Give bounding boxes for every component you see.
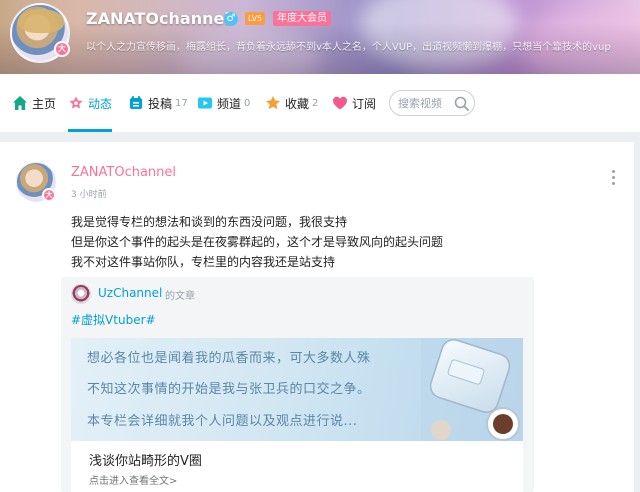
cover-text: 想必各位也是闻着我的瓜香而来，可大多数人殊 [87,351,371,366]
tab-channels-label: 频道 [217,96,242,111]
search-icon[interactable] [454,96,469,111]
dynamic-icon [68,95,84,111]
cover-illustration [421,338,523,441]
profile-username: ZANATOchannel [86,9,230,28]
profile-nav: 主页 动态 投稿 17 频道 0 收藏 2 订阅 [0,74,640,132]
repost-type: 的文章 [165,291,195,302]
repost-username[interactable]: UzChannel [98,286,162,300]
upload-icon [128,95,144,111]
tab-dynamic[interactable]: 动态 [68,74,112,132]
tab-subscriptions[interactable]: 订阅 [332,74,376,132]
tab-channels-count: 0 [244,97,251,109]
vip-badge[interactable]: 年度大会员 [273,11,331,26]
article-title[interactable]: 浅谈你站畸形的V圈 [89,450,202,469]
tab-home[interactable]: 主页 [12,74,56,132]
tab-uploads[interactable]: 投稿 17 [128,74,188,132]
channel-icon [197,95,213,111]
avatar-hair [18,9,64,33]
tab-dynamic-label: 动态 [88,96,113,111]
post-line: 但是你这个事件的起头是在夜雾群起的，这个才是导致风向的起头问题 [71,235,444,249]
post-avatar-badge: 大 [42,188,56,202]
tab-uploads-label: 投稿 [148,96,173,111]
tab-favorites-label: 收藏 [285,96,310,111]
post-time: 3 小时前 [71,190,107,200]
cover-text: 本专栏会详细就我个人问题以及观点进行说... [87,414,358,429]
level-badge[interactable]: LV5 [245,12,266,25]
profile-banner: 大 ZANATOchannel ♂ LV5 年度大会员 以个人之力宣传移画，梅露… [0,0,640,74]
avatar-badge: 大 [54,41,70,57]
cover-text: 不知这次事情的开始是我与张卫兵的口交之争。 [87,382,371,397]
active-tab-indicator [68,129,112,132]
search-input[interactable] [398,95,454,111]
tab-subscriptions-label: 订阅 [352,96,377,111]
post-line: 我是觉得专栏的想法和谈到的东西没问题，我很支持 [71,215,348,229]
tab-channels[interactable]: 频道 0 [197,74,250,132]
tab-favorites[interactable]: 收藏 2 [265,74,318,132]
repost-avatar[interactable] [71,284,91,304]
search-box [389,90,475,116]
heart-icon [332,95,348,111]
article-cover: 想必各位也是闻着我的瓜香而来，可大多数人殊 不知这次事情的开始是我与张卫兵的口交… [71,338,523,441]
post-line: 我不对这件事站你队，专栏里的内容我还是站支持 [71,255,336,269]
profile-signature: 以个人之力宣传移画，梅露组长，背负着永远舔不到v本人之名，个人VUP，出道视频懒… [86,42,611,53]
article-card[interactable]: 想必各位也是闻着我的瓜香而来，可大多数人殊 不知这次事情的开始是我与张卫兵的口交… [71,338,523,492]
gender-male-icon: ♂ [224,12,238,26]
feed-card: 大 ZANATOchannel 3 小时前 我是觉得专栏的想法和谈到的东西没问题… [0,142,634,492]
article-read-more-link[interactable]: 点击进入查看全文> [89,472,177,487]
post-content: 我是觉得专栏的想法和谈到的东西没问题，我很支持 但是你这个事件的起头是在夜雾群起… [71,212,611,272]
home-icon [12,95,28,111]
more-options-icon[interactable] [609,170,617,186]
tab-uploads-count: 17 [175,97,188,109]
repost-box: UzChannel 的文章 #虚拟Vtuber# 想必各位也是闻着我的瓜香而来，… [61,277,534,492]
repost-tag[interactable]: #虚拟Vtuber# [71,311,156,328]
tab-home-label: 主页 [32,96,57,111]
tab-favorites-count: 2 [312,97,319,109]
star-icon [265,95,281,111]
post-username[interactable]: ZANATOchannel [71,165,176,180]
